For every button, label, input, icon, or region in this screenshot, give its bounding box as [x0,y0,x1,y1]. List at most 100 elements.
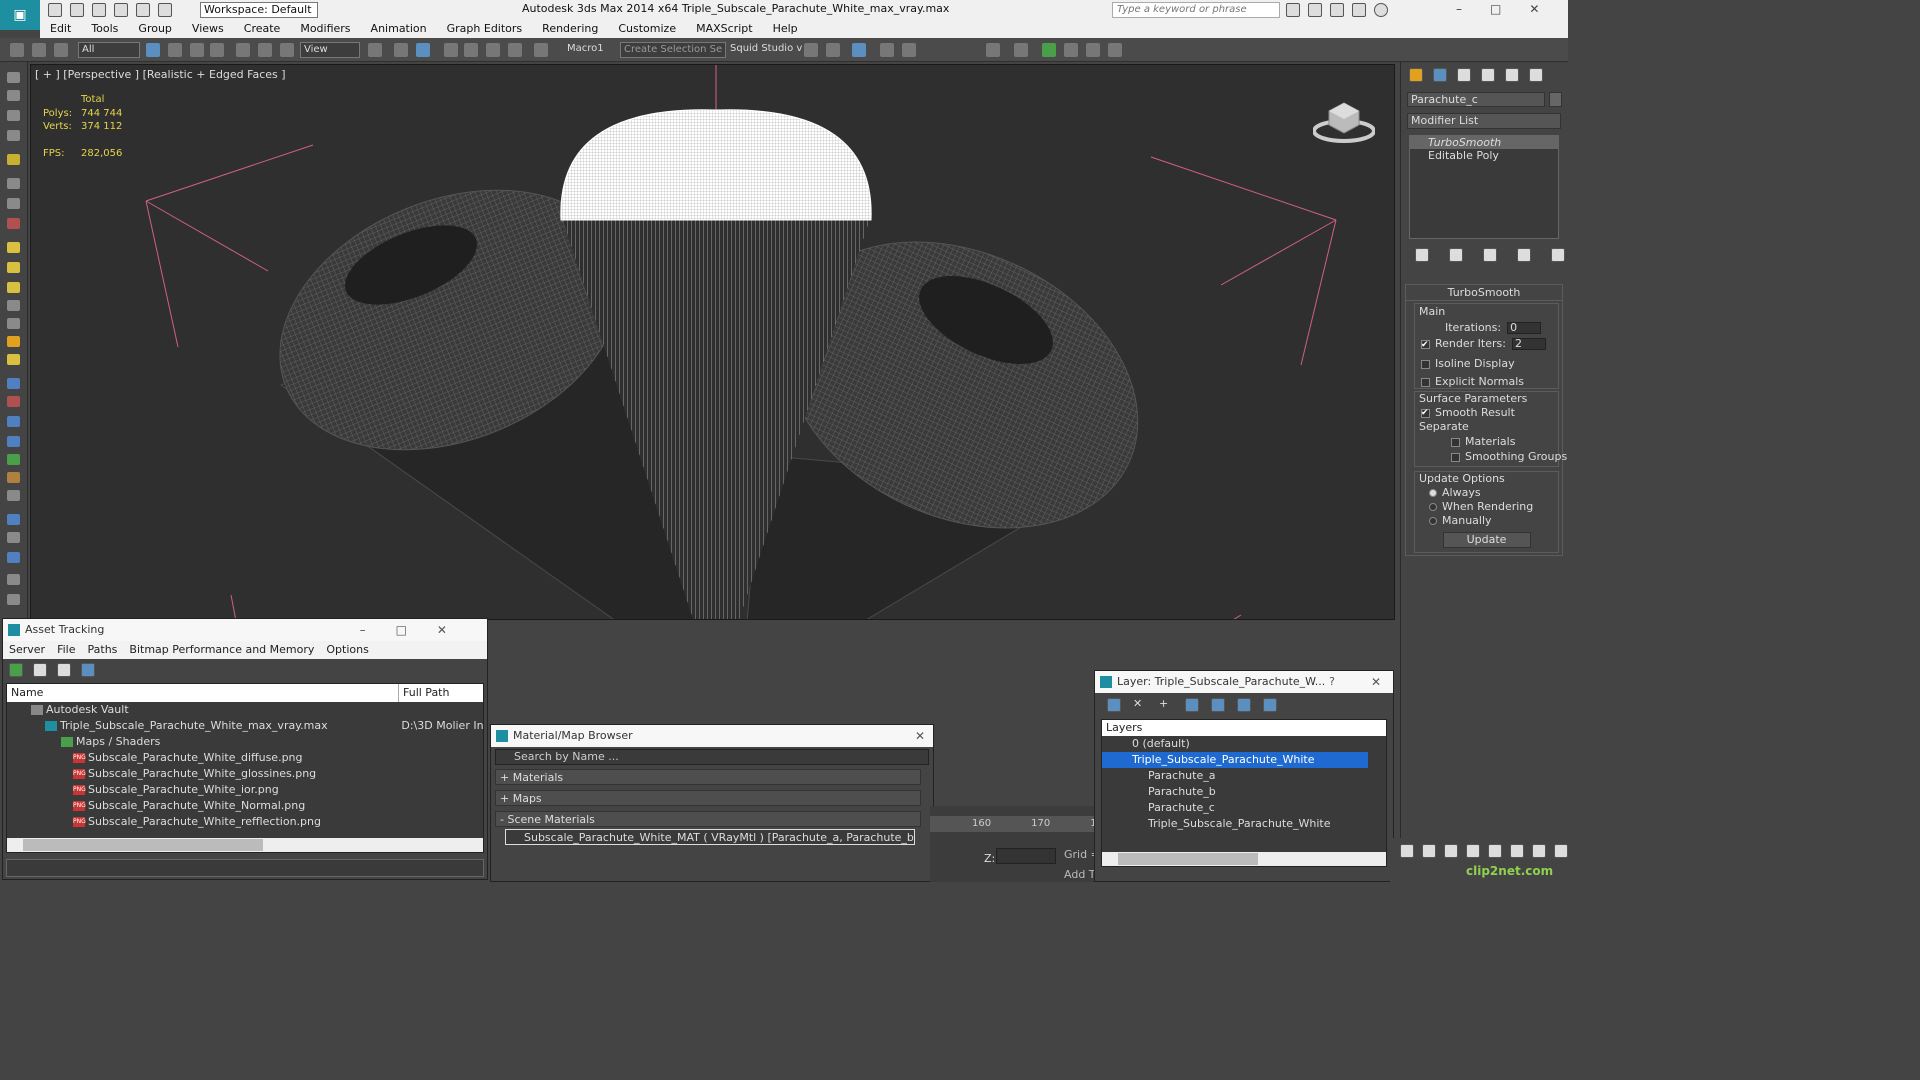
utilities-tab-icon[interactable] [1529,68,1543,82]
tool-icon[interactable] [7,110,20,121]
list-view-icon[interactable] [33,663,47,677]
mirror-icon[interactable] [804,43,818,57]
window-controls[interactable]: –□✕ [360,619,477,641]
bind-icon[interactable] [54,43,68,57]
iterations-spinner[interactable]: 0 [1507,322,1542,334]
comm-icon[interactable] [1330,3,1344,17]
layer-object-parachute-a[interactable]: Parachute_a [1102,768,1386,784]
render-production-icon[interactable] [1108,43,1122,57]
selection-filter[interactable]: All [78,42,140,58]
menu-animation[interactable]: Animation [361,20,437,38]
tool-icon[interactable] [7,436,20,447]
render-setup-icon[interactable] [1042,43,1056,57]
table-row[interactable]: PNG Subscale_Parachute_White_Normal.png [7,798,483,814]
isoline-checkbox[interactable] [1421,359,1430,369]
manipulate-icon[interactable] [394,43,408,57]
angle-snap-icon[interactable] [464,43,478,57]
maximize-viewport-icon[interactable] [1554,844,1568,858]
menu-tools[interactable]: Tools [81,20,128,38]
tree-view-icon[interactable] [57,663,71,677]
rollout-title[interactable]: TurboSmooth [1406,285,1562,301]
binoculars-icon[interactable] [1286,3,1300,17]
tool-icon[interactable] [7,574,20,585]
create-tab-icon[interactable] [1409,68,1423,82]
redo-icon[interactable] [136,3,150,17]
rendered-frame-icon[interactable] [1064,43,1078,57]
layer-manager-icon[interactable] [852,43,866,57]
squid-studio-label[interactable]: Squid Studio v [730,43,802,54]
help-icon[interactable] [7,594,20,605]
star-icon[interactable] [1352,3,1366,17]
zoom-all-icon[interactable] [1510,844,1524,858]
update-button[interactable]: Update [1442,532,1531,548]
table-row[interactable]: PNG Subscale_Parachute_White_refflection.… [7,814,483,830]
layer-item-triple-subscale[interactable]: Triple_Subscale_Parachute_White [1102,752,1368,768]
app-logo[interactable]: ▣ [0,0,40,30]
new-icon[interactable] [48,3,62,17]
menu-server[interactable]: Server [3,641,51,659]
named-selection-set[interactable]: Create Selection Se [620,42,726,58]
configure-sets-icon[interactable] [1551,248,1565,262]
key-icon[interactable] [1308,3,1322,17]
refresh-icon[interactable] [9,663,23,677]
table-row[interactable]: PNG Subscale_Parachute_White_glossines.pn… [7,766,483,782]
perspective-viewport[interactable]: [ + ] [Perspective ] [Realistic + Edged … [30,64,1395,620]
table-view-icon[interactable] [81,663,95,677]
menu-paths[interactable]: Paths [82,641,124,659]
menu-bitmap-performance[interactable]: Bitmap Performance and Memory [123,641,320,659]
help-icon[interactable]: ? [1329,671,1335,693]
tool-icon[interactable] [7,178,20,189]
close-icon[interactable]: ✕ [915,725,925,747]
layer-object-parachute-b[interactable]: Parachute_b [1102,784,1386,800]
materials-checkbox[interactable] [1451,437,1460,447]
table-row[interactable]: Autodesk Vault [7,702,483,718]
horizontal-scrollbar[interactable] [7,838,483,852]
horizontal-scrollbar[interactable] [1102,852,1386,866]
display-tab-icon[interactable] [1505,68,1519,82]
tool-icon[interactable] [7,472,20,483]
sun-icon[interactable] [7,336,20,347]
macro-label[interactable]: Macro1 [567,43,604,54]
delete-layer-icon[interactable]: ✕ [1133,698,1147,712]
close-icon[interactable]: ✕ [1371,671,1381,693]
tool-icon[interactable] [7,454,20,465]
make-unique-icon[interactable] [1483,248,1497,262]
next-frame-icon[interactable] [1444,844,1458,858]
tool-icon[interactable] [7,416,20,427]
menu-file[interactable]: File [51,641,81,659]
material-search-input[interactable]: Search by Name ... [495,749,929,765]
material-editor-icon[interactable] [1014,43,1028,57]
search-input[interactable]: Type a keyword or phrase [1112,2,1280,18]
rotate-icon[interactable] [258,43,272,57]
hierarchy-tab-icon[interactable] [1457,68,1471,82]
snap-icon[interactable] [444,43,458,57]
ref-coord-dropdown[interactable]: View [300,42,360,58]
table-row[interactable]: Maps / Shaders [7,734,483,750]
object-name-field[interactable]: Parachute_c [1407,92,1545,107]
window-controls[interactable]: –□✕ [1456,2,1567,16]
stack-item-editable-poly[interactable]: Editable Poly [1410,149,1558,162]
menu-create[interactable]: Create [234,20,291,38]
spinner-snap-icon[interactable] [508,43,522,57]
tool-icon[interactable] [7,378,20,389]
layer-object-parachute-c[interactable]: Parachute_c [1102,800,1386,816]
help-icon[interactable] [1374,3,1388,17]
pin-stack-icon[interactable] [1415,248,1429,262]
stack-item-turbosmooth[interactable]: TurboSmooth [1410,136,1558,149]
tool-icon[interactable] [7,396,20,407]
table-row[interactable]: Triple_Subscale_Parachute_White_max_vray… [7,718,483,734]
tool-icon[interactable] [7,90,20,101]
render-icon[interactable] [1086,43,1100,57]
add-time-tag[interactable]: Add T [1064,868,1096,881]
tool-icon[interactable] [7,242,20,253]
tool-icon[interactable] [7,490,20,501]
smooth-result-checkbox[interactable] [1421,406,1430,420]
table-row[interactable]: PNG Subscale_Parachute_White_diffuse.png [7,750,483,766]
render-iters-spinner[interactable]: 2 [1511,338,1546,350]
unlink-icon[interactable] [32,43,46,57]
zoom-extents-icon[interactable] [1532,844,1546,858]
align-icon[interactable] [826,43,840,57]
tool-icon[interactable] [7,532,20,543]
play-icon[interactable] [1422,844,1436,858]
motion-tab-icon[interactable] [1481,68,1495,82]
